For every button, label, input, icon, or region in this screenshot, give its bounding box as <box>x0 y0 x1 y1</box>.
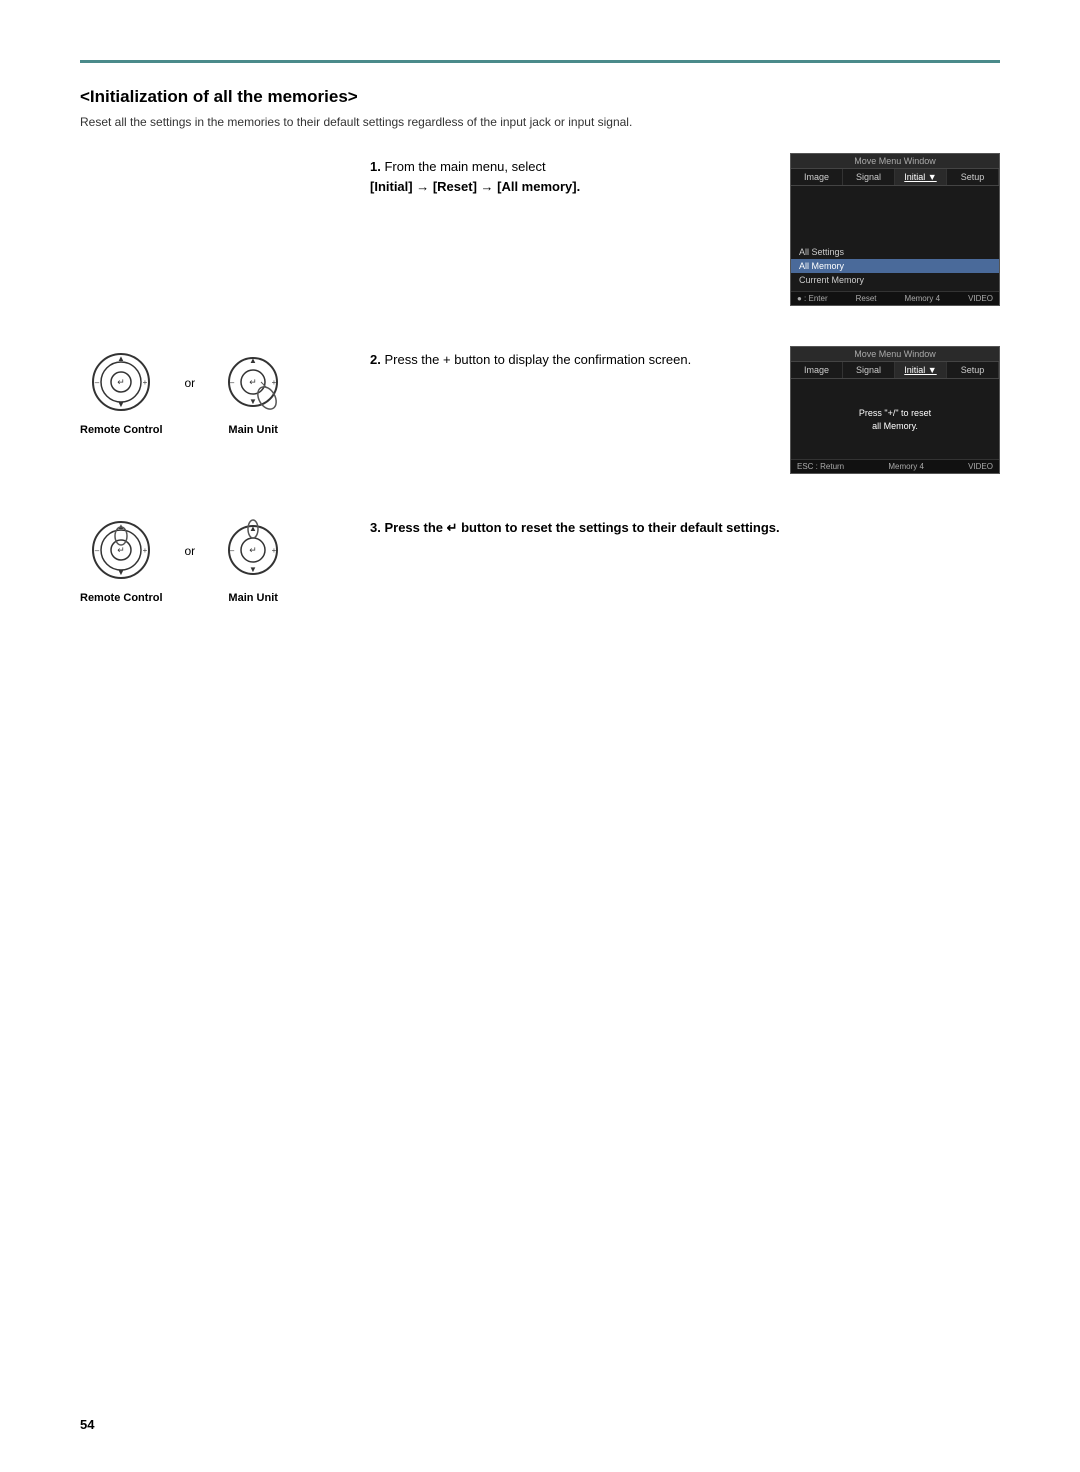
remote-control-icon-2: ▲ ▼ – + ↵ <box>85 346 157 418</box>
menu-footer-reset-1: Reset <box>856 294 877 303</box>
svg-text:▲: ▲ <box>249 356 257 365</box>
menu-footer-2: ESC : Return Memory 4 VIDEO <box>791 459 999 473</box>
menu-item-allmemory: All Memory <box>791 259 999 273</box>
menu-footer-memory-2: Memory 4 <box>888 462 924 471</box>
main-unit-label-3: Main Unit <box>228 592 278 604</box>
svg-text:↵: ↵ <box>117 377 125 387</box>
page-number: 54 <box>80 1417 94 1432</box>
main-unit-icon-2: ▲ ▼ – + ↵ <box>217 346 289 418</box>
svg-text:▼: ▼ <box>249 565 257 574</box>
step-3-line1: Press the ↵ button to reset the settings… <box>384 520 779 535</box>
menu-tab-setup-1: Setup <box>947 169 999 185</box>
svg-text:↵: ↵ <box>117 545 125 555</box>
svg-text:+: + <box>143 546 148 555</box>
menu-tab-signal-1: Signal <box>843 169 895 185</box>
step-1-text: 1. From the main menu, select [Initial] … <box>370 153 770 196</box>
menu-window-2: Move Menu Window Image Signal Initial ▼ … <box>790 346 1000 474</box>
menu-tab-initial-1: Initial ▼ <box>895 169 947 185</box>
step-2-left: ▲ ▼ – + ↵ Remote Control or ▲ ▼ – <box>80 346 340 436</box>
section-title: <Initialization of all the memories> <box>80 87 1000 107</box>
menu-item-currentmemory: Current Memory <box>791 273 999 287</box>
menu-tab-signal-2: Signal <box>843 362 895 378</box>
svg-text:↵: ↵ <box>249 545 257 555</box>
svg-text:+: + <box>272 378 277 387</box>
step-1-line2: [Initial] → [Reset] → [All memory]. <box>370 179 580 194</box>
or-text-2: or <box>185 376 196 390</box>
menu-body-1: All Settings All Memory Current Memory <box>791 186 999 291</box>
svg-text:▼: ▼ <box>117 400 125 409</box>
svg-text:▼: ▼ <box>249 397 257 406</box>
menu-tab-image-1: Image <box>791 169 843 185</box>
step-2-block: ▲ ▼ – + ↵ Remote Control or ▲ ▼ – <box>80 346 1000 474</box>
step-2-line1: Press the + button to display the confir… <box>384 352 691 367</box>
menu-footer-video-2: VIDEO <box>968 462 993 471</box>
remote-control-group-3: ▲ ▼ – + ↵ Remote Control <box>80 514 163 604</box>
svg-text:▲: ▲ <box>249 524 257 533</box>
remote-control-label-3: Remote Control <box>80 592 163 604</box>
menu-footer-video-1: VIDEO <box>968 294 993 303</box>
step-1-right: 1. From the main menu, select [Initial] … <box>370 153 1000 306</box>
remote-control-label-2: Remote Control <box>80 424 163 436</box>
main-unit-icon-3: ▲ ▼ – + ↵ <box>217 514 289 586</box>
remote-control-group-2: ▲ ▼ – + ↵ Remote Control <box>80 346 163 436</box>
menu-tab-initial-2: Initial ▼ <box>895 362 947 378</box>
menu-footer-enter-1: ● : Enter <box>797 294 828 303</box>
menu-footer-1: ● : Enter Reset Memory 4 VIDEO <box>791 291 999 305</box>
step-3-text: 3. Press the ↵ button to reset the setti… <box>370 514 1000 538</box>
menu-tab-setup-2: Setup <box>947 362 999 378</box>
svg-text:–: – <box>230 378 235 387</box>
menu-tabs-1: Image Signal Initial ▼ Setup <box>791 169 999 186</box>
svg-text:▼: ▼ <box>117 568 125 577</box>
menu-tabs-2: Image Signal Initial ▼ Setup <box>791 362 999 379</box>
menu-title-bar-1: Move Menu Window <box>791 154 999 169</box>
step-2-text: 2. Press the + button to display the con… <box>370 346 760 370</box>
top-rule <box>80 60 1000 63</box>
svg-text:+: + <box>143 378 148 387</box>
svg-text:↵: ↵ <box>249 377 257 387</box>
menu-footer-esc-2: ESC : Return <box>797 462 844 471</box>
menu-window-1: Move Menu Window Image Signal Initial ▼ … <box>790 153 1000 306</box>
remote-control-icon-3: ▲ ▼ – + ↵ <box>85 514 157 586</box>
svg-text:+: + <box>272 546 277 555</box>
step-1-block: 1. From the main menu, select [Initial] … <box>80 153 1000 306</box>
section-description: Reset all the settings in the memories t… <box>80 115 1000 129</box>
or-text-3: or <box>185 544 196 558</box>
page: <Initialization of all the memories> Res… <box>0 0 1080 1472</box>
step-3-block: ▲ ▼ – + ↵ Remote Control or ▲ ▼ – <box>80 514 1000 604</box>
svg-text:–: – <box>95 378 100 387</box>
menu-title-bar-2: Move Menu Window <box>791 347 999 362</box>
step-3-number: 3. <box>370 520 381 535</box>
menu-center-text-2: Press "+/" to resetall Memory. <box>791 383 999 440</box>
step-2-number: 2. <box>370 352 381 367</box>
svg-text:–: – <box>95 546 100 555</box>
step-1-number: 1. <box>370 159 381 174</box>
step-3-left: ▲ ▼ – + ↵ Remote Control or ▲ ▼ – <box>80 514 340 604</box>
menu-footer-memory-1: Memory 4 <box>905 294 941 303</box>
main-unit-group-2: ▲ ▼ – + ↵ Main Unit <box>217 346 289 436</box>
main-unit-group-3: ▲ ▼ – + ↵ Main Unit <box>217 514 289 604</box>
main-unit-label-2: Main Unit <box>228 424 278 436</box>
menu-item-allsettings: All Settings <box>791 245 999 259</box>
step-1-line1: From the main menu, select <box>384 159 545 174</box>
svg-text:–: – <box>230 546 235 555</box>
menu-tab-image-2: Image <box>791 362 843 378</box>
svg-text:▲: ▲ <box>117 354 125 363</box>
menu-body-2: Press "+/" to resetall Memory. <box>791 379 999 459</box>
